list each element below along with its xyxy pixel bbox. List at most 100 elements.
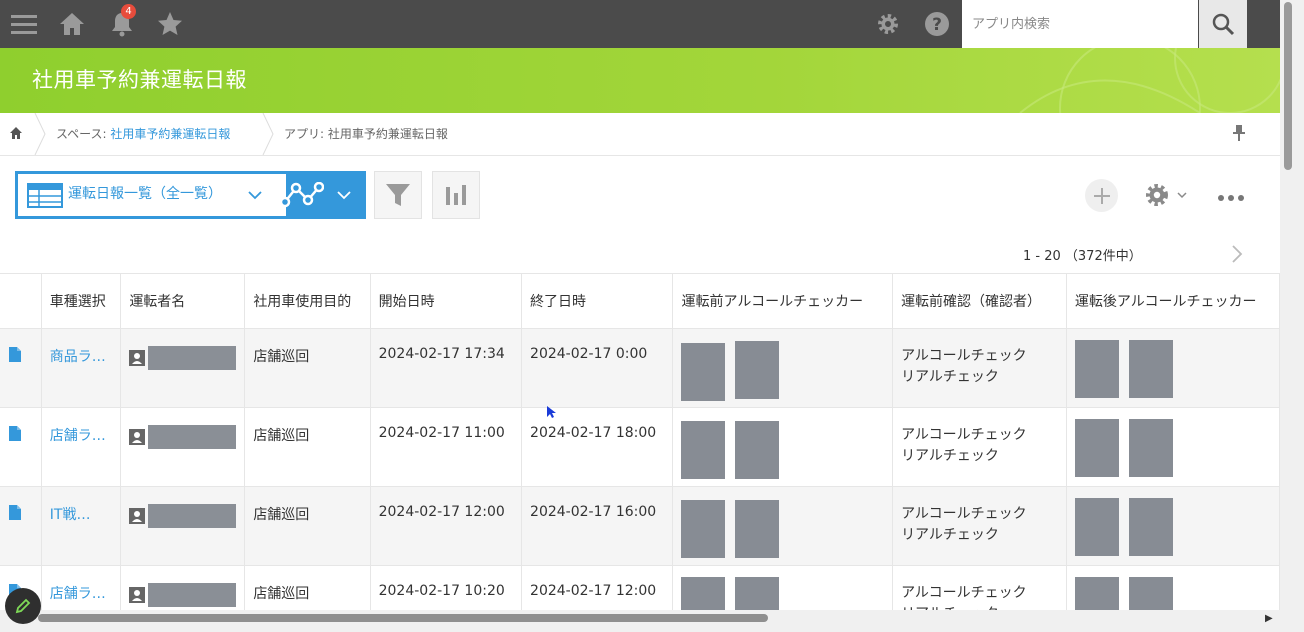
- image-thumbnail[interactable]: [681, 343, 726, 401]
- document-icon[interactable]: [8, 346, 22, 363]
- home-icon[interactable]: [56, 8, 88, 40]
- image-thumbnail[interactable]: [681, 577, 726, 613]
- mouse-cursor-icon: [547, 406, 556, 418]
- image-thumbnail[interactable]: [735, 341, 780, 399]
- search-input[interactable]: [970, 15, 1194, 33]
- driver-cell: [120, 486, 246, 566]
- purpose-cell: 店舗巡回: [244, 407, 371, 487]
- end-datetime-cell: 2024-02-17 12:00: [521, 565, 674, 613]
- image-thumbnail[interactable]: [1074, 577, 1119, 613]
- user-icon: [129, 350, 146, 366]
- vertical-scroll-thumb[interactable]: [1284, 2, 1292, 170]
- column-header[interactable]: 社用車使用目的: [244, 273, 371, 329]
- driver-cell: [120, 565, 246, 613]
- vehicle-link[interactable]: IT戦…: [41, 486, 122, 566]
- chevron-down-icon[interactable]: [337, 190, 351, 200]
- image-thumbnail[interactable]: [1128, 498, 1173, 556]
- document-icon[interactable]: [8, 425, 22, 442]
- search-icon: [1212, 13, 1235, 36]
- app-header: 社用車予約兼運転日報: [0, 48, 1280, 113]
- column-header-detail-icon: [0, 273, 42, 329]
- table-header-row: 車種選択 運転者名 社用車使用目的 開始日時 終了日時 運転前アルコールチェッカ…: [0, 273, 1280, 329]
- column-header[interactable]: 開始日時: [370, 273, 523, 329]
- more-icon: [1218, 195, 1244, 201]
- post-alcohol-check-images: [1066, 407, 1280, 487]
- filter-icon: [386, 184, 410, 206]
- check-item: リアルチェック: [901, 527, 999, 543]
- image-thumbnail[interactable]: [735, 421, 780, 479]
- search-button[interactable]: [1199, 0, 1247, 48]
- gear-icon[interactable]: [872, 8, 904, 40]
- app-settings-button[interactable]: [1143, 181, 1189, 213]
- star-icon[interactable]: [154, 8, 186, 40]
- graph-button[interactable]: [432, 171, 480, 219]
- more-options-button[interactable]: [1217, 189, 1245, 208]
- table-row[interactable]: IT戦… 店舗巡回 2024-02-17 12:00 2024-02-17 16…: [0, 486, 1280, 566]
- next-page-button[interactable]: [1230, 244, 1244, 268]
- redacted-driver-name: [148, 425, 237, 449]
- chevron-right-icon: [1232, 245, 1243, 263]
- column-header[interactable]: 運転後アルコールチェッカー: [1066, 273, 1280, 329]
- image-thumbnail[interactable]: [1074, 340, 1119, 398]
- purpose-cell: 店舗巡回: [244, 565, 371, 613]
- column-header[interactable]: 車種選択: [41, 273, 122, 329]
- edit-button[interactable]: [5, 588, 41, 624]
- start-datetime-cell: 2024-02-17 17:34: [370, 328, 523, 408]
- horizontal-scroll-thumb[interactable]: [38, 614, 768, 622]
- start-datetime-cell: 2024-02-17 12:00: [370, 486, 523, 566]
- breadcrumb-app[interactable]: アプリ: 社用車予約兼運転日報: [284, 125, 448, 142]
- end-datetime-cell: 2024-02-17 0:00: [521, 328, 674, 408]
- column-header[interactable]: 運転者名: [120, 273, 246, 329]
- purpose-cell: 店舗巡回: [244, 486, 371, 566]
- pre-check-confirmer-cell: アルコールチェックリアルチェック: [892, 565, 1067, 613]
- image-thumbnail[interactable]: [1128, 340, 1173, 398]
- breadcrumb-space-link[interactable]: 社用車予約兼運転日報: [110, 127, 230, 141]
- image-thumbnail[interactable]: [735, 500, 780, 558]
- scroll-right-arrow-icon[interactable]: ▶: [1265, 613, 1273, 624]
- record-detail-link[interactable]: [0, 486, 42, 566]
- image-thumbnail[interactable]: [735, 577, 780, 613]
- filter-button[interactable]: [374, 171, 422, 219]
- add-record-button[interactable]: [1085, 179, 1118, 212]
- record-detail-link[interactable]: [0, 407, 42, 487]
- vehicle-link[interactable]: 商品ラ…: [41, 328, 122, 408]
- gear-icon: [1146, 184, 1187, 206]
- column-header[interactable]: 運転前アルコールチェッカー: [672, 273, 894, 329]
- breadcrumb-home-icon[interactable]: [9, 126, 23, 143]
- help-icon[interactable]: ?: [921, 8, 953, 40]
- pre-check-confirmer-cell: アルコールチェックリアルチェック: [892, 407, 1067, 487]
- app-search-field[interactable]: [962, 0, 1198, 48]
- breadcrumb-space[interactable]: スペース: 社用車予約兼運転日報: [56, 125, 230, 142]
- check-item: リアルチェック: [901, 369, 999, 385]
- chevron-down-icon[interactable]: [248, 190, 262, 200]
- table-row[interactable]: 店舗ラ… 店舗巡回 2024-02-17 10:20 2024-02-17 12…: [0, 565, 1280, 613]
- pagination-info: 1 - 20 （372件中）: [1023, 249, 1142, 264]
- pin-icon[interactable]: [1232, 124, 1246, 145]
- start-datetime-cell: 2024-02-17 10:20: [370, 565, 523, 613]
- column-header[interactable]: 運転前確認（確認者）: [892, 273, 1067, 329]
- vehicle-link[interactable]: 店舗ラ…: [41, 565, 122, 613]
- image-thumbnail[interactable]: [1074, 498, 1119, 556]
- check-item: アルコールチェック: [901, 427, 1027, 443]
- purpose-cell: 店舗巡回: [244, 328, 371, 408]
- menu-icon[interactable]: [8, 8, 40, 40]
- table-row[interactable]: 店舗ラ… 店舗巡回 2024-02-17 11:00 2024-02-17 18…: [0, 407, 1280, 487]
- document-icon[interactable]: [8, 504, 22, 521]
- image-thumbnail[interactable]: [1128, 419, 1173, 477]
- table-row[interactable]: 商品ラ… 店舗巡回 2024-02-17 17:34 2024-02-17 0:…: [0, 328, 1280, 408]
- view-name[interactable]: 運転日報一覧（全一覧）: [68, 183, 222, 203]
- vehicle-link[interactable]: 店舗ラ…: [41, 407, 122, 487]
- pre-alcohol-check-images: [672, 565, 894, 613]
- breadcrumb-separator: [262, 113, 274, 155]
- record-detail-link[interactable]: [0, 328, 42, 408]
- svg-text:?: ?: [932, 15, 942, 35]
- image-thumbnail[interactable]: [1074, 419, 1119, 477]
- column-header[interactable]: 終了日時: [521, 273, 674, 329]
- check-item: アルコールチェック: [901, 506, 1027, 522]
- image-thumbnail[interactable]: [1128, 577, 1173, 613]
- post-alcohol-check-images: [1066, 328, 1280, 408]
- graph-view-icon[interactable]: [280, 182, 324, 208]
- image-thumbnail[interactable]: [681, 421, 726, 479]
- image-thumbnail[interactable]: [681, 500, 726, 558]
- app-title: 社用車予約兼運転日報: [32, 68, 247, 92]
